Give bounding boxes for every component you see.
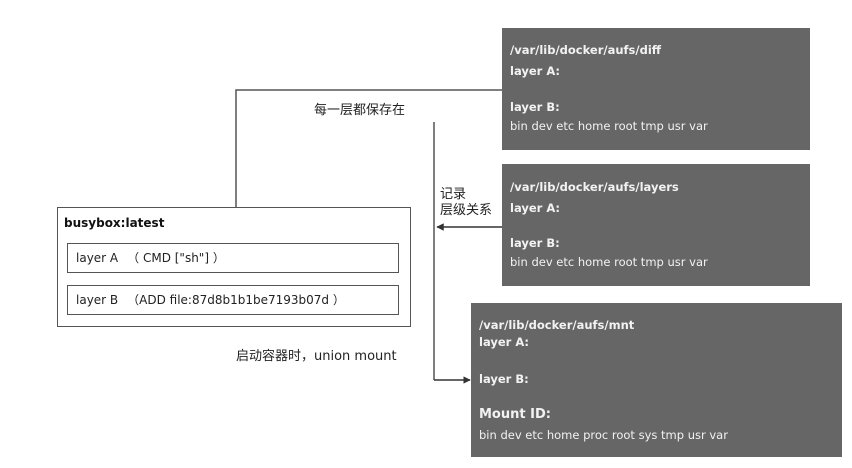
layer-a-detail: （ CMD ["sh"] ） bbox=[127, 251, 225, 265]
mnt-files: bin dev etc home proc root sys tmp usr v… bbox=[479, 428, 728, 442]
layer-a-name: layer A bbox=[76, 251, 119, 265]
image-layer-a: layer A （ CMD ["sh"] ） bbox=[67, 243, 399, 273]
image-layer-b: layer B （ADD file:87d8b1b1be7193b07d ） bbox=[67, 285, 399, 315]
mnt-mount-id: Mount ID: bbox=[479, 407, 551, 422]
layers-path: /var/lib/docker/aufs/layers bbox=[510, 180, 679, 194]
layers-layer-a: layer A: bbox=[510, 201, 561, 215]
union-mount-label: 启动容器时，union mount bbox=[236, 349, 397, 364]
layers-dir-box: /var/lib/docker/aufs/layers layer A: lay… bbox=[502, 164, 810, 286]
layers-layer-b: layer B: bbox=[510, 236, 560, 250]
image-title: busybox:latest bbox=[64, 216, 165, 230]
layer-b-detail: （ADD file:87d8b1b1be7193b07d ） bbox=[127, 293, 345, 307]
mnt-layer-a: layer A: bbox=[479, 335, 530, 349]
mnt-dir-box: /var/lib/docker/aufs/mnt layer A: layer … bbox=[471, 303, 842, 457]
mnt-path: /var/lib/docker/aufs/mnt bbox=[479, 318, 635, 332]
record-label-line2: 层级关系 bbox=[440, 203, 493, 218]
diff-layer-a: layer A: bbox=[510, 64, 561, 78]
mnt-layer-b: layer B: bbox=[479, 372, 529, 386]
layer-b-name: layer B bbox=[76, 293, 119, 307]
record-label: 记录 层级关系 bbox=[440, 187, 492, 219]
image-box: busybox:latest layer A （ CMD ["sh"] ） lay… bbox=[57, 207, 411, 327]
diff-dir-box: /var/lib/docker/aufs/diff layer A: layer… bbox=[502, 28, 810, 150]
diff-path: /var/lib/docker/aufs/diff bbox=[510, 43, 662, 57]
record-label-line1: 记录 bbox=[440, 187, 467, 202]
diff-layer-b: layer B: bbox=[510, 100, 560, 114]
layers-files: bin dev etc home root tmp usr var bbox=[510, 255, 708, 269]
diff-files: bin dev etc home root tmp usr var bbox=[510, 119, 708, 133]
save-label: 每一层都保存在 bbox=[314, 103, 406, 118]
